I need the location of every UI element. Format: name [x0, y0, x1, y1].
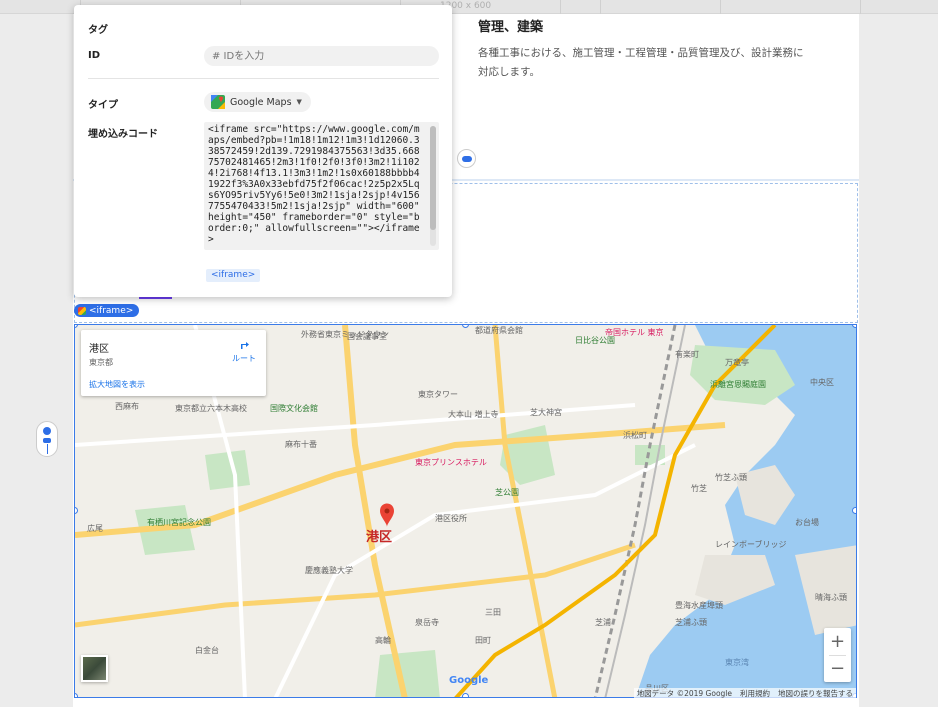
google-maps-icon — [211, 95, 225, 109]
section-title: 管理、建築 — [478, 20, 544, 35]
panel-divider — [88, 78, 439, 79]
map-label: 広尾 — [87, 523, 103, 533]
map-label: 東京湾 — [725, 657, 749, 667]
iframe-chip[interactable]: <iframe> — [206, 269, 261, 282]
map-label: 有楽町 — [675, 349, 699, 359]
map-label: 泉岳寺 — [415, 617, 439, 627]
map-label: 田町 — [475, 636, 491, 645]
map-label: お台場 — [795, 517, 819, 527]
route-label: ルート — [232, 354, 256, 363]
route-button[interactable]: ルート — [229, 338, 259, 364]
google-logo: Google — [449, 675, 488, 686]
map-label: 東京タワー — [418, 389, 458, 399]
map-label: 帝国ホテル 東京 — [605, 327, 664, 337]
enlarge-map-link[interactable]: 拡大地図を表示 — [89, 379, 145, 390]
section-body: 各種工事における、施工管理・工程管理・品質管理及び、設計業務に対応します。 — [478, 47, 804, 78]
active-indicator — [139, 297, 172, 299]
type-value: Google Maps — [230, 96, 292, 108]
terms-link[interactable]: 利用規約 — [740, 688, 770, 699]
handle-dot-icon — [43, 427, 51, 435]
map-label: 有栖川宮記念公園 — [147, 517, 211, 527]
map-label: 浜松町 — [623, 430, 647, 440]
map-label: 麻布十番 — [285, 439, 317, 449]
zoom-separator — [829, 655, 846, 656]
district-label: 港区 — [366, 529, 392, 545]
map-place-card: 港区 東京都 拡大地図を表示 ルート — [81, 330, 266, 396]
map-label: 大本山 増上寺 — [448, 409, 499, 419]
map-zoom-control: + − — [824, 628, 851, 682]
map-label: 芝浦ふ頭 — [675, 617, 707, 627]
section-text-block[interactable]: 管理、建築 各種工事における、施工管理・工程管理・品質管理及び、設計業務に対応し… — [478, 14, 808, 82]
map-label: 港区役所 — [435, 513, 467, 523]
map-label: 中央区 — [810, 377, 834, 387]
map-label: 東京ミッドタウン — [325, 329, 389, 339]
map-label: 芝公園 — [495, 487, 519, 497]
embed-settings-panel: タグ ID タイプ Google Maps ▼ 埋め込みコード <iframe … — [74, 5, 452, 297]
embed-code-text: <iframe src="https://www.google.com/maps… — [208, 124, 426, 245]
map-label: 東京都立六本木高校 — [175, 403, 247, 413]
code-scrollbar[interactable] — [430, 126, 436, 230]
satellite-toggle[interactable] — [81, 655, 108, 682]
id-label: ID — [88, 50, 101, 61]
element-type-label: <iframe> — [89, 305, 134, 316]
map-label: 竹芝ふ頭 — [715, 472, 747, 482]
type-label: タイプ — [88, 100, 118, 111]
zoom-in-button[interactable]: + — [824, 628, 851, 655]
map-data-credit: 地図データ ©2019 Google — [636, 688, 732, 698]
tag-label: タグ — [88, 25, 108, 36]
report-error-link[interactable]: 地図の誤りを報告する — [778, 688, 853, 699]
insert-block-handle[interactable] — [457, 149, 476, 168]
map-label: 慶應義塾大学 — [305, 565, 353, 575]
map-label: 国際文化会館 — [270, 403, 318, 413]
embed-code-textarea[interactable]: <iframe src="https://www.google.com/maps… — [204, 122, 439, 250]
map-label: 東京プリンスホテル — [415, 457, 487, 467]
google-logo-text: Google — [449, 675, 489, 686]
element-type-badge[interactable]: <iframe> — [74, 304, 140, 317]
map-label: 高輪 — [375, 635, 391, 645]
type-select[interactable]: Google Maps ▼ — [204, 92, 311, 112]
google-maps-icon — [78, 306, 86, 315]
map-label: 芝大神宮 — [530, 407, 562, 417]
directions-icon — [241, 342, 249, 349]
handle-stem — [47, 444, 48, 454]
map-label: レインボーブリッジ — [715, 539, 787, 549]
embed-code-label: 埋め込みコード — [88, 129, 158, 140]
map-label: 都道府県会館 — [475, 325, 523, 335]
handle-dot-icon — [43, 438, 51, 443]
map-label: 竹芝 — [691, 483, 707, 493]
map-label: 万竜亭 — [725, 357, 749, 367]
map-label: 三田 — [485, 608, 501, 617]
id-input[interactable] — [204, 46, 439, 66]
map-label: 西麻布 — [115, 401, 139, 411]
map-label: 白金台 — [195, 645, 219, 655]
side-resize-handle[interactable] — [36, 421, 58, 457]
map-attribution: 地図データ ©2019 Google 利用規約 地図の誤りを報告する — [633, 688, 856, 699]
map-label: 晴海ふ頭 — [815, 592, 847, 602]
map-label: 豊海水産埠頭 — [675, 600, 723, 610]
zoom-out-button[interactable]: − — [824, 655, 851, 682]
map-label: 外務省 — [301, 329, 325, 339]
place-name: 港区 — [89, 344, 109, 355]
map-label: 芝浦 — [595, 617, 611, 627]
place-address: 東京都 — [89, 358, 113, 367]
chevron-down-icon: ▼ — [296, 98, 302, 106]
map-label: 浜離宮恩賜庭園 — [710, 379, 766, 389]
